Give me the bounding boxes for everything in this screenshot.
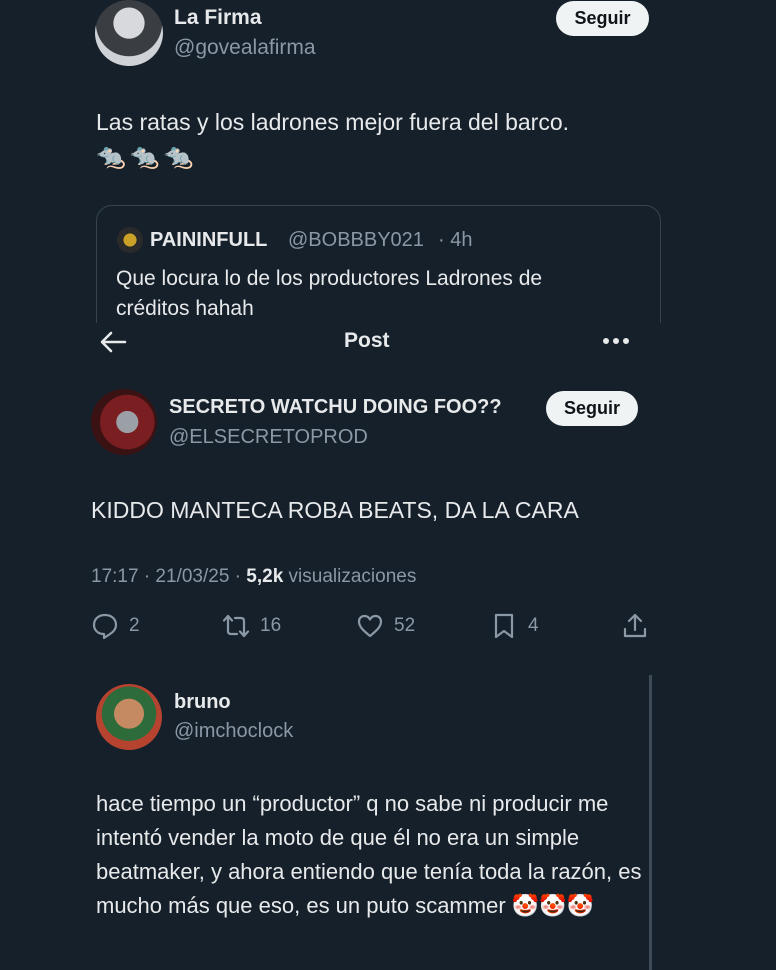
post-text: KIDDO MANTECA ROBA BEATS, DA LA CARA [91, 497, 579, 523]
quote-avatar [117, 227, 143, 253]
view-label: visualizaciones [283, 566, 417, 587]
post-meta: 17:17 · 21/03/25 · 5,2k visualizaciones [91, 566, 416, 588]
more-horizontal-icon [603, 338, 629, 344]
like-count: 52 [394, 615, 416, 636]
author-name[interactable]: La Firma [174, 6, 262, 30]
post-author-handle[interactable]: @ELSECRETOPROD [169, 426, 368, 449]
reply-button[interactable]: 2 [91, 612, 140, 640]
heart-icon [357, 614, 383, 638]
post-author-name[interactable]: SECRETO WATCHU DOING FOO?? [169, 396, 502, 419]
post-timestamp: 17:17 · 21/03/25 · [91, 566, 247, 587]
quote-author-handle: @BOBBBY021 [288, 229, 424, 251]
scrollbar[interactable] [649, 675, 652, 970]
retweet-count: 16 [260, 615, 282, 636]
tweet-text: Las ratas y los ladrones mejor fuera del… [96, 109, 570, 135]
comment-icon [92, 613, 118, 640]
bookmark-button[interactable]: 4 [490, 612, 539, 640]
quote-time: · 4h [438, 229, 473, 251]
back-button[interactable] [98, 328, 130, 356]
post-avatar[interactable] [91, 389, 157, 455]
quote-author-name: PAININFULL [150, 229, 268, 251]
reply-count: 2 [129, 615, 140, 636]
reply-author-name[interactable]: bruno [174, 691, 231, 714]
bookmark-icon [494, 613, 514, 639]
follow-button[interactable]: Seguir [546, 391, 638, 426]
quote-text: Que locura lo de los productores Ladrone… [116, 267, 543, 320]
page-title: Post [344, 329, 390, 352]
reply-author-handle[interactable]: @imchoclock [174, 720, 293, 743]
retweet-icon [222, 614, 250, 638]
share-icon [623, 613, 647, 638]
avatar[interactable] [95, 0, 163, 66]
share-button[interactable] [621, 612, 649, 640]
follow-button[interactable]: Seguir [556, 1, 649, 36]
view-count: 5,2k [246, 566, 284, 587]
arrow-left-icon [100, 331, 127, 353]
more-button[interactable] [601, 334, 633, 348]
retweet-button[interactable]: 16 [222, 612, 281, 640]
bookmark-count: 4 [528, 615, 539, 636]
reply-text: hace tiempo un “productor” q no sabe ni … [96, 791, 642, 918]
author-handle[interactable]: @govealafirma [174, 36, 316, 60]
tweet-emoji: 🐀🐀🐀 [96, 143, 198, 170]
like-button[interactable]: 52 [356, 612, 415, 640]
reply-avatar[interactable] [96, 684, 162, 750]
